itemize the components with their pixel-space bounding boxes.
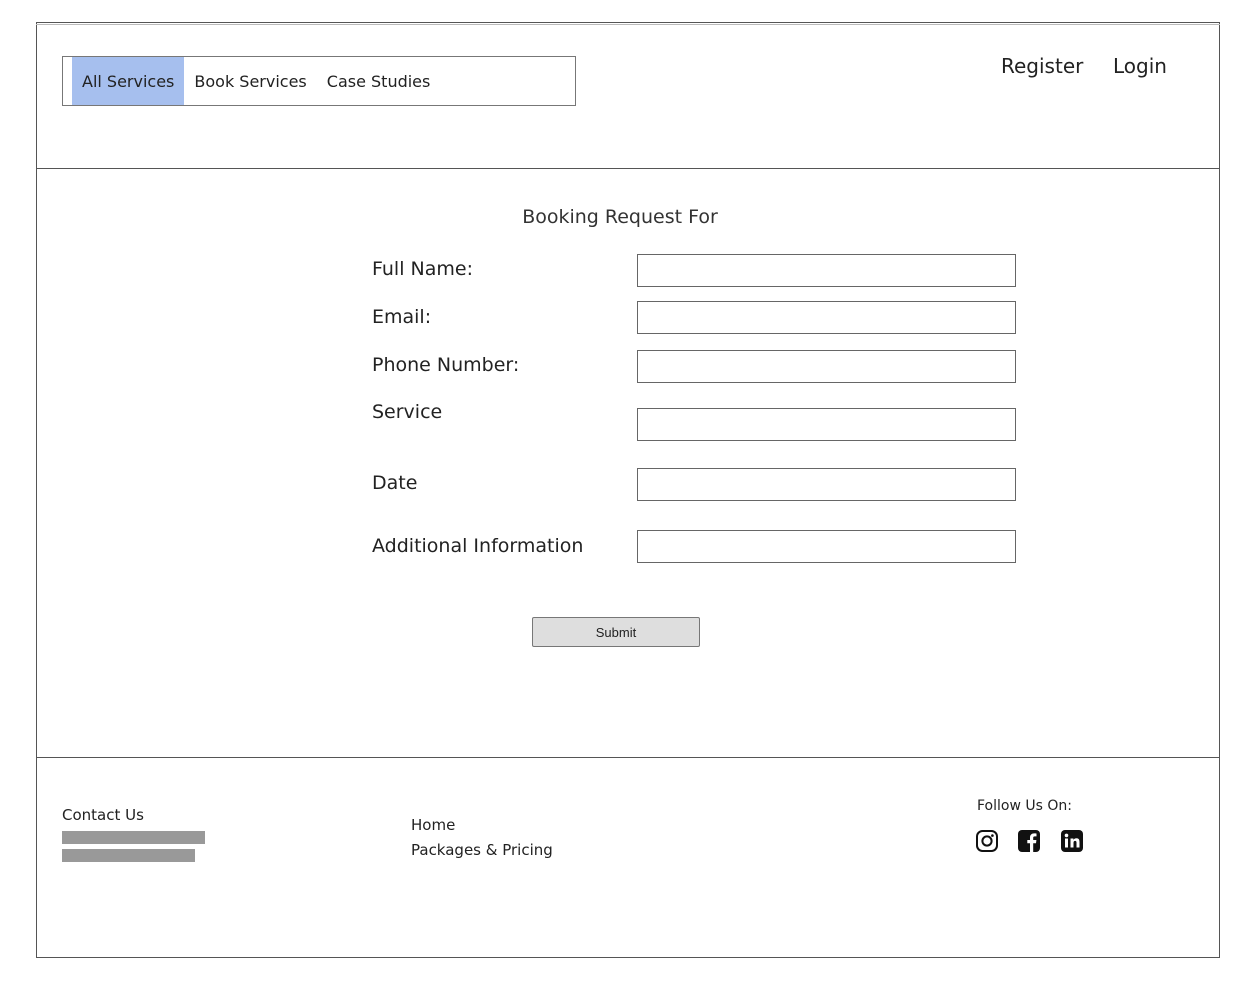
submit-button[interactable]: Submit xyxy=(532,617,700,647)
instagram-icon[interactable] xyxy=(975,829,999,853)
additional-information-field[interactable] xyxy=(637,530,1016,563)
footer-divider xyxy=(36,757,1220,758)
tab-case-studies[interactable]: Case Studies xyxy=(317,57,441,105)
full-name-label: Full Name: xyxy=(372,258,473,280)
tab-book-services[interactable]: Book Services xyxy=(184,57,316,105)
login-link[interactable]: Login xyxy=(1113,54,1167,78)
additional-information-label: Additional Information xyxy=(372,535,584,557)
email-label: Email: xyxy=(372,306,432,328)
phone-number-label: Phone Number: xyxy=(372,354,520,376)
nav-tabs: All Services Book Services Case Studies xyxy=(62,56,576,106)
page-frame xyxy=(36,22,1220,958)
service-label: Service xyxy=(372,401,443,423)
service-field[interactable] xyxy=(637,408,1016,441)
linkedin-icon[interactable] xyxy=(1060,829,1084,853)
follow-us-heading: Follow Us On: xyxy=(977,798,1072,814)
email-field[interactable] xyxy=(637,301,1016,334)
footer-link-home[interactable]: Home xyxy=(411,816,455,834)
facebook-icon[interactable] xyxy=(1017,829,1041,853)
phone-number-field[interactable] xyxy=(637,350,1016,383)
contact-placeholder-line-2 xyxy=(62,849,195,862)
date-field[interactable] xyxy=(637,468,1016,501)
form-title: Booking Request For xyxy=(522,206,718,228)
contact-placeholder-line-1 xyxy=(62,831,205,844)
full-name-field[interactable] xyxy=(637,254,1016,287)
date-label: Date xyxy=(372,472,418,494)
footer-link-packages-pricing[interactable]: Packages & Pricing xyxy=(411,841,553,859)
contact-us-heading: Contact Us xyxy=(62,806,144,824)
tab-all-services[interactable]: All Services xyxy=(72,57,185,105)
register-link[interactable]: Register xyxy=(1001,54,1083,78)
frame-top-edge xyxy=(36,24,1220,25)
header-divider xyxy=(36,168,1220,169)
